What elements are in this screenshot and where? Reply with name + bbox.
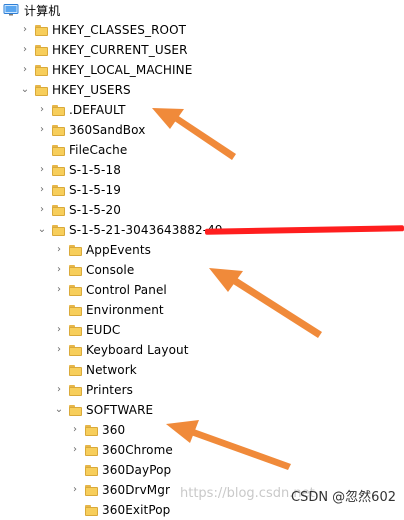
tree-node-filecache[interactable]: › FileCache: [37, 140, 404, 160]
tree-node-label: HKEY_USERS: [52, 83, 131, 97]
folder-icon: [85, 444, 98, 456]
folder-icon: [85, 464, 98, 476]
tree-node-label: FileCache: [69, 143, 128, 157]
credit-text: CSDN @忽然602: [290, 490, 396, 505]
folder-icon: [69, 304, 82, 316]
chevron-right-icon[interactable]: ›: [54, 345, 64, 355]
tree-node-label: AppEvents: [86, 243, 151, 257]
folder-icon: [69, 384, 82, 396]
tree-node-software[interactable]: ⌄ SOFTWARE: [54, 400, 404, 420]
tree-node-360chrome[interactable]: › 360Chrome: [70, 440, 404, 460]
folder-icon: [69, 344, 82, 356]
folder-icon: [52, 184, 65, 196]
tree-node-label: 360ExitPop: [102, 503, 171, 517]
tree-node-appevents[interactable]: › AppEvents: [54, 240, 404, 260]
tree-node-label: Network: [86, 363, 137, 377]
tree-node-label: Control Panel: [86, 283, 167, 297]
tree-node-label: .DEFAULT: [69, 103, 126, 117]
tree-node-hkey-current-user[interactable]: › HKEY_CURRENT_USER: [20, 40, 404, 60]
tree-node-eudc[interactable]: › EUDC: [54, 320, 404, 340]
tree-root-computer[interactable]: 计算机: [3, 0, 404, 20]
tree-node-hkey-classes-root[interactable]: › HKEY_CLASSES_ROOT: [20, 20, 404, 40]
tree-node-environment[interactable]: › Environment: [54, 300, 404, 320]
folder-icon: [35, 24, 48, 36]
folder-icon: [52, 104, 65, 116]
chevron-right-icon[interactable]: ›: [54, 265, 64, 275]
tree-node-label: S-1-5-20: [69, 203, 121, 217]
folder-icon: [52, 204, 65, 216]
tree-node-label: Printers: [86, 383, 133, 397]
tree-node-label: 360Chrome: [102, 443, 173, 457]
tree-node-label: HKEY_CURRENT_USER: [52, 43, 188, 57]
chevron-down-icon[interactable]: ⌄: [54, 405, 64, 415]
chevron-right-icon[interactable]: ›: [54, 285, 64, 295]
tree-node-label: S-1-5-19: [69, 183, 121, 197]
chevron-right-icon[interactable]: ›: [37, 165, 47, 175]
chevron-right-icon[interactable]: ›: [70, 445, 80, 455]
folder-icon: [35, 84, 48, 96]
folder-icon: [69, 284, 82, 296]
folder-icon: [52, 224, 65, 236]
tree-node-s-1-5-18[interactable]: › S-1-5-18: [37, 160, 404, 180]
chevron-right-icon[interactable]: ›: [37, 205, 47, 215]
folder-icon: [85, 424, 98, 436]
tree-node-label: HKEY_LOCAL_MACHINE: [52, 63, 193, 77]
tree-root-label: 计算机: [24, 3, 61, 18]
tree-node-label: S-1-5-18: [69, 163, 121, 177]
chevron-down-icon[interactable]: ⌄: [20, 85, 30, 95]
tree-node-360sandbox[interactable]: › 360SandBox: [37, 120, 404, 140]
tree-node-control-panel[interactable]: › Control Panel: [54, 280, 404, 300]
tree-node-label: 360DayPop: [102, 463, 172, 477]
tree-node-hkey-users[interactable]: ⌄ HKEY_USERS: [20, 80, 404, 100]
chevron-right-icon[interactable]: ›: [70, 485, 80, 495]
chevron-down-icon[interactable]: ⌄: [37, 225, 47, 235]
folder-icon: [52, 124, 65, 136]
chevron-right-icon[interactable]: ›: [20, 65, 30, 75]
folder-icon: [85, 504, 98, 516]
chevron-right-icon[interactable]: ›: [54, 245, 64, 255]
registry-tree: 计算机 › HKEY_CLASSES_ROOT › HKEY_CURRENT_U…: [0, 0, 404, 517]
tree-node-360daypop[interactable]: › 360DayPop: [70, 460, 404, 480]
folder-icon: [35, 44, 48, 56]
chevron-right-icon[interactable]: ›: [54, 385, 64, 395]
chevron-right-icon[interactable]: ›: [20, 45, 30, 55]
tree-node-label: SOFTWARE: [86, 403, 154, 417]
tree-node-label: HKEY_CLASSES_ROOT: [52, 23, 187, 37]
folder-icon: [69, 264, 82, 276]
folder-icon: [35, 64, 48, 76]
folder-icon: [69, 364, 82, 376]
chevron-right-icon[interactable]: ›: [37, 105, 47, 115]
chevron-right-icon[interactable]: ›: [54, 325, 64, 335]
folder-icon: [69, 244, 82, 256]
tree-node-s-1-5-20[interactable]: › S-1-5-20: [37, 200, 404, 220]
tree-node-console[interactable]: › Console: [54, 260, 404, 280]
tree-node-label: Console: [86, 263, 135, 277]
tree-node-360[interactable]: › 360: [70, 420, 404, 440]
tree-node-hkey-local-machine[interactable]: › HKEY_LOCAL_MACHINE: [20, 60, 404, 80]
tree-node-label: EUDC: [86, 323, 121, 337]
chevron-right-icon[interactable]: ›: [20, 25, 30, 35]
tree-node-default[interactable]: › .DEFAULT: [37, 100, 404, 120]
computer-icon: [3, 4, 19, 16]
folder-icon: [52, 164, 65, 176]
tree-node-label: 360SandBox: [69, 123, 146, 137]
tree-node-label: Environment: [86, 303, 164, 317]
chevron-right-icon[interactable]: ›: [70, 425, 80, 435]
tree-node-label: S-1-5-21-3043643882-49: [69, 223, 223, 237]
chevron-right-icon[interactable]: ›: [37, 185, 47, 195]
folder-icon: [69, 404, 82, 416]
chevron-right-icon[interactable]: ›: [37, 125, 47, 135]
tree-node-keyboard-layout[interactable]: › Keyboard Layout: [54, 340, 404, 360]
tree-node-network[interactable]: › Network: [54, 360, 404, 380]
tree-node-s-1-5-19[interactable]: › S-1-5-19: [37, 180, 404, 200]
folder-icon: [52, 144, 65, 156]
folder-icon: [69, 324, 82, 336]
tree-node-label: Keyboard Layout: [86, 343, 189, 357]
tree-node-label: 360: [102, 423, 126, 437]
tree-node-label: 360DrvMgr: [102, 483, 170, 497]
folder-icon: [85, 484, 98, 496]
tree-node-printers[interactable]: › Printers: [54, 380, 404, 400]
